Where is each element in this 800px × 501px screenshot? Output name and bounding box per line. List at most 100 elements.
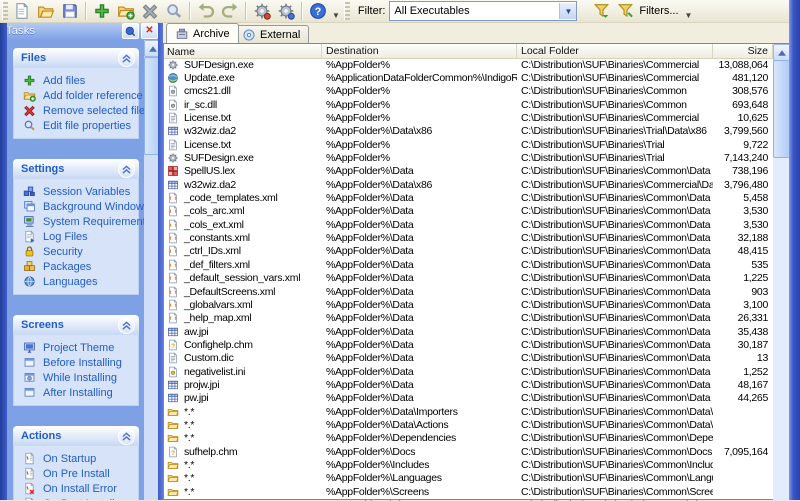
local-folder-cell: C:\Distribution\SUF\Binaries\Common\Data <box>521 352 711 365</box>
table-row[interactable]: _constants.xml %AppFolder%\Data C:\Distrib… <box>164 231 773 244</box>
panel-header-actions[interactable]: Actions <box>13 426 139 446</box>
filters-overflow-arrow-icon[interactable]: ▼ <box>685 11 693 20</box>
save-button[interactable] <box>58 0 82 22</box>
toolbar-overflow-arrow-icon[interactable]: ▼ <box>332 11 340 20</box>
new-file-button[interactable] <box>10 0 34 22</box>
collapse-chevron-button[interactable] <box>118 160 135 178</box>
redo-button[interactable] <box>218 0 242 22</box>
help-button[interactable]: ? <box>306 0 330 22</box>
table-row[interactable]: pw.jpi %AppFolder%\Data C:\Distribution\SU… <box>164 392 773 405</box>
sidebar-item-security[interactable]: Security <box>23 244 138 259</box>
sidebar-item-while-installing[interactable]: While Installing <box>23 370 138 385</box>
panel-header-files[interactable]: Files <box>13 48 139 68</box>
pane-splitter[interactable] <box>158 22 163 500</box>
sidebar-item-background-window[interactable]: Background Window <box>23 199 144 214</box>
filters-button[interactable]: Filters... <box>639 5 678 17</box>
build-settings-button[interactable] <box>250 0 274 22</box>
table-row[interactable]: *.* %AppFolder%\Screens C:\Distribution\SU… <box>164 485 773 498</box>
table-row[interactable]: projw.jpi %AppFolder%\Data C:\Distribution… <box>164 378 773 391</box>
table-row[interactable]: *.* %AppFolder%\Languages C:\Distribution\… <box>164 472 773 485</box>
funnel-run-button[interactable] <box>589 0 613 22</box>
collapse-chevron-button[interactable] <box>118 49 135 67</box>
panel-header-screens[interactable]: Screens <box>13 315 139 335</box>
table-row[interactable]: SUFDesign.exe %AppFolder% C:\Distribution\… <box>164 58 773 71</box>
sidebar-item-log-files[interactable]: Log Files <box>23 229 138 244</box>
table-row[interactable]: _ctrl_IDs.xml %AppFolder%\Data C:\Distribu… <box>164 245 773 258</box>
table-row[interactable]: _code_templates.xml %AppFolder%\Data C:\Di… <box>164 191 773 204</box>
column-header-local-folder[interactable]: Local Folder <box>517 44 713 58</box>
local-folder-cell: C:\Distribution\SUF\Binaries\Common\Incl… <box>521 458 713 471</box>
add-files-button[interactable] <box>90 0 114 22</box>
sidebar-item-edit-file-properties[interactable]: Edit file properties <box>23 118 138 133</box>
column-header-destination[interactable]: Destination <box>322 44 517 58</box>
table-row[interactable]: ? sufhelp.chm %AppFolder%\Docs C:\Distribut… <box>164 445 773 458</box>
sidebar-item-add-files[interactable]: Add files <box>23 73 138 88</box>
file-name-cell: _default_session_vars.xml <box>164 272 322 285</box>
open-folder-button[interactable] <box>34 0 58 22</box>
tab-archive[interactable]: Archive <box>166 23 239 43</box>
toolbar-grip[interactable] <box>2 2 8 20</box>
list-scrollbar[interactable] <box>773 44 791 501</box>
sidebar-item-on-post-install[interactable]: On Post Install <box>23 496 138 500</box>
collapse-chevron-button[interactable] <box>118 427 135 445</box>
sidebar-item-languages[interactable]: Languages <box>23 274 138 289</box>
destination-cell: %AppFolder%\Data <box>326 298 414 311</box>
sidebar-item-add-folder-reference[interactable]: Add folder reference <box>23 88 143 103</box>
table-row[interactable]: License.txt %AppFolder% C:\Distribution\SU… <box>164 138 773 151</box>
table-row[interactable]: *.* %AppFolder%\Data\Actions C:\Distributi… <box>164 418 773 431</box>
tab-external[interactable]: External <box>233 25 310 43</box>
search-button[interactable] <box>162 0 186 22</box>
table-row[interactable]: _DefaultScreens.xml %AppFolder%\Data C:\Di… <box>164 285 773 298</box>
table-row[interactable]: Custom.dic %AppFolder%\Data C:\Distributio… <box>164 352 773 365</box>
sidebar-item-system-requirements[interactable]: System Requirements <box>23 214 151 229</box>
destination-cell: %AppFolder%\Data\Actions <box>326 418 449 431</box>
external-icon <box>242 28 256 42</box>
column-header-name[interactable]: Name <box>164 44 322 58</box>
table-row[interactable]: *.* %AppFolder%\Data\Importers C:\Distribu… <box>164 405 773 418</box>
table-row[interactable]: _default_session_vars.xml %AppFolder%\Dat… <box>164 272 773 285</box>
close-button[interactable]: ✕ <box>141 23 158 39</box>
settings-button[interactable] <box>274 0 298 22</box>
collapse-chevron-button[interactable] <box>118 316 135 334</box>
sidebar-item-on-pre-install[interactable]: On Pre Install <box>23 466 138 481</box>
table-row[interactable]: aw.jpi %AppFolder%\Data C:\Distribution\SU… <box>164 325 773 338</box>
table-row[interactable]: License.txt %AppFolder% C:\Distribution\SU… <box>164 111 773 124</box>
sidebar-item-after-installing[interactable]: After Installing <box>23 385 138 400</box>
filter-combobox[interactable]: All Executables ▼ <box>389 1 578 21</box>
sidebar-item-packages[interactable]: Packages <box>23 259 138 274</box>
settings-icon <box>277 2 295 23</box>
table-row[interactable]: cmcs21.dll %AppFolder% C:\Distribution\SUF… <box>164 85 773 98</box>
table-row[interactable]: _globalvars.xml %AppFolder%\Data C:\Distri… <box>164 298 773 311</box>
sidebar-item-on-startup[interactable]: On Startup <box>23 451 138 466</box>
sidebar-item-remove-selected-files[interactable]: Remove selected files <box>23 103 151 118</box>
table-row[interactable]: _def_filters.xml %AppFolder%\Data C:\Distr… <box>164 258 773 271</box>
table-row[interactable]: w32wiz.da2 %AppFolder%\Data\x86 C:\Distrib… <box>164 125 773 138</box>
table-row[interactable]: *.* %AppFolder%\Includes C:\Distribution\S… <box>164 458 773 471</box>
table-row[interactable]: _cols_arc.xml %AppFolder%\Data C:\Distribu… <box>164 205 773 218</box>
column-header-size[interactable]: Size <box>713 44 773 58</box>
panel-header-settings[interactable]: Settings <box>13 159 139 179</box>
table-row[interactable]: _help_map.xml %AppFolder%\Data C:\Distribu… <box>164 312 773 325</box>
toolbar-grip[interactable] <box>343 2 350 20</box>
sidebar-item-project-theme[interactable]: Project Theme <box>23 340 138 355</box>
table-row[interactable]: w32wiz.da2 %AppFolder%\Data\x86 C:\Distrib… <box>164 178 773 191</box>
sidebar-item-session-variables[interactable]: Session Variables <box>23 184 138 199</box>
table-row[interactable]: negativelist.ini %AppFolder%\Data C:\Distr… <box>164 365 773 378</box>
table-row[interactable]: SpellUS.lex %AppFolder%\Data C:\Distributi… <box>164 165 773 178</box>
combobox-dropdown-arrow-icon[interactable]: ▼ <box>559 3 577 19</box>
table-row[interactable]: ? Confighelp.chm %AppFolder%\Data C:\Distri… <box>164 338 773 351</box>
tasks-titlebar[interactable]: Tasks ✕ <box>0 22 160 40</box>
add-folder-button[interactable] <box>114 0 138 22</box>
pin-button[interactable] <box>122 23 139 39</box>
undo-button[interactable] <box>194 0 218 22</box>
table-row[interactable]: _cols_ext.xml %AppFolder%\Data C:\Distribu… <box>164 218 773 231</box>
funnel-button[interactable] <box>613 0 637 22</box>
sidebar-item-on-install-error[interactable]: On Install Error <box>23 481 138 496</box>
table-row[interactable]: Update.exe %ApplicationDataFolderCommon%\… <box>164 71 773 84</box>
table-row[interactable]: *.* %AppFolder%\Dependencies C:\Distributi… <box>164 432 773 445</box>
toolbar: ? ▼ Filter: All Executables ▼ Filters...… <box>0 0 800 23</box>
sidebar-item-before-installing[interactable]: Before Installing <box>23 355 138 370</box>
remove-button[interactable] <box>138 0 162 22</box>
table-row[interactable]: ir_sc.dll %AppFolder% C:\Distribution\SUF\… <box>164 98 773 111</box>
table-row[interactable]: SUFDesign.exe %AppFolder% C:\Distribution\… <box>164 151 773 164</box>
